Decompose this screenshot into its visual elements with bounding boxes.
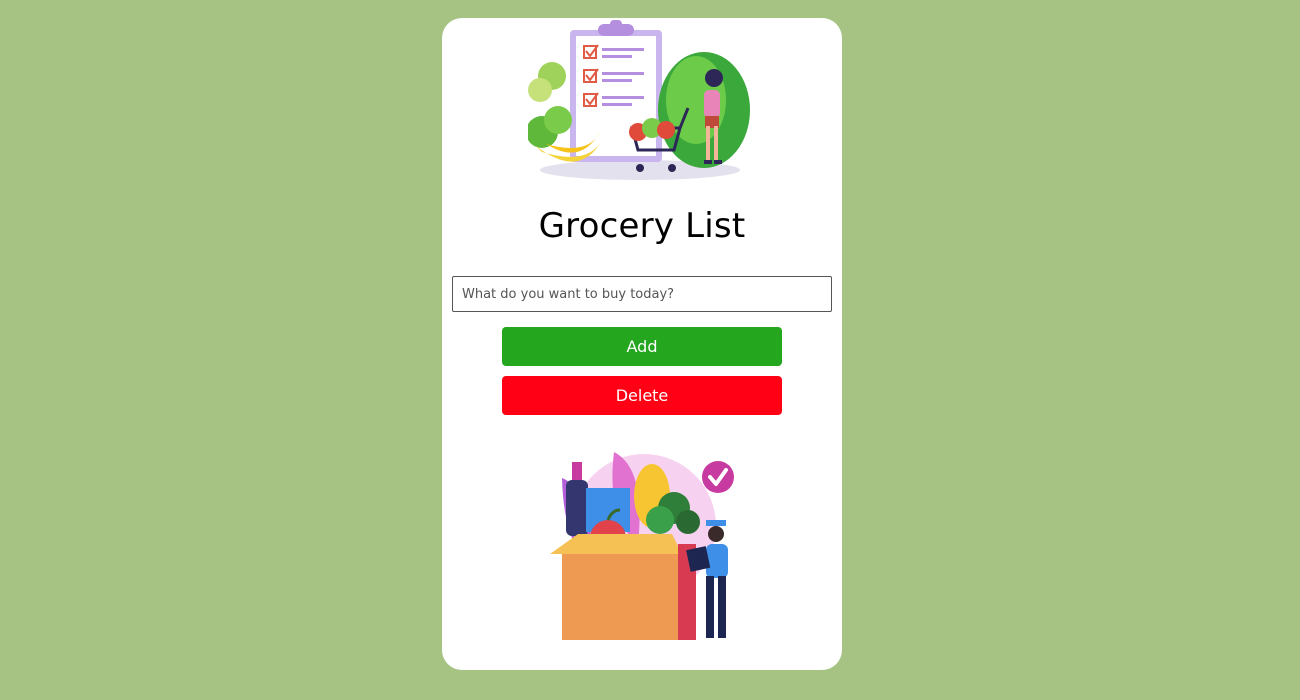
grocery-card: Grocery List Add Delete: [442, 18, 842, 670]
grocery-delivery-box-illustration: [550, 452, 734, 640]
grocery-shopping-illustration: [528, 20, 750, 180]
item-input[interactable]: [452, 276, 832, 312]
page-title: Grocery List: [538, 206, 746, 246]
add-button[interactable]: Add: [502, 327, 782, 366]
delete-button[interactable]: Delete: [502, 376, 782, 415]
